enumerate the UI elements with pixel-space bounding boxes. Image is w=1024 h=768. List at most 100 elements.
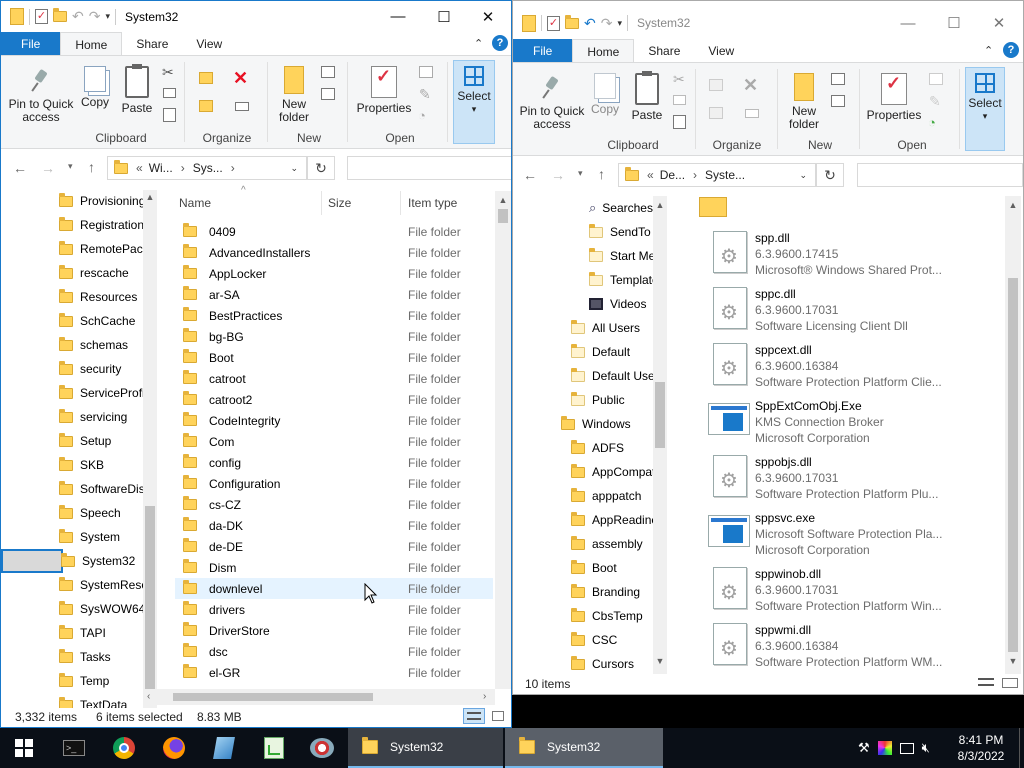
delete-icon[interactable]: ✕ bbox=[233, 68, 248, 89]
tree-item[interactable]: rescache bbox=[1, 261, 143, 285]
tree-item[interactable]: SysWOW64 bbox=[1, 597, 143, 621]
file-tile[interactable]: sppcext.dll 6.3.9600.16384 Software Protec… bbox=[713, 343, 1003, 395]
address-bar[interactable]: « Wi... › Sys... › ⌄ bbox=[107, 156, 307, 180]
tree-item[interactable]: Windows bbox=[513, 412, 653, 436]
properties-button[interactable]: Properties bbox=[865, 73, 923, 122]
tree-item[interactable]: AppReadiness bbox=[513, 508, 653, 532]
select-button[interactable]: Select ▾ bbox=[965, 73, 1005, 123]
tree-item[interactable]: SKB bbox=[1, 453, 143, 477]
new-folder-icon[interactable] bbox=[53, 8, 67, 22]
edit-icon[interactable]: ✎ bbox=[929, 93, 941, 110]
tree-item[interactable]: Public bbox=[513, 388, 653, 412]
file-row[interactable]: drivers File folder bbox=[175, 599, 493, 620]
tree-item[interactable]: Setup bbox=[1, 429, 143, 453]
tab-file[interactable]: File bbox=[1, 32, 61, 56]
up-button[interactable]: ↑ bbox=[88, 159, 95, 175]
horizontal-scrollbar[interactable]: ‹ › bbox=[143, 689, 495, 705]
overflow-chevron-icon[interactable]: « bbox=[136, 161, 143, 175]
tree-item[interactable]: Boot bbox=[513, 556, 653, 580]
scroll-right-icon[interactable]: › bbox=[483, 691, 486, 702]
new-folder-button[interactable]: New folder bbox=[781, 73, 827, 131]
details-view-button[interactable] bbox=[975, 675, 997, 691]
file-row[interactable]: bg-BG File folder bbox=[175, 326, 493, 347]
taskbar-window-system32[interactable]: System32 bbox=[505, 728, 663, 768]
file-row[interactable]: da-DK File folder bbox=[175, 515, 493, 536]
tree-item[interactable]: ServiceProfi bbox=[1, 381, 143, 405]
file-tile[interactable]: sppc.dll 6.3.9600.17031 Software Licensing… bbox=[713, 287, 1003, 339]
breadcrumb-separator-icon[interactable]: › bbox=[231, 161, 235, 175]
tree-item[interactable]: Speech bbox=[1, 501, 143, 525]
tree-item[interactable]: Videos bbox=[513, 292, 653, 316]
copy-path-icon[interactable] bbox=[673, 95, 686, 105]
large-icons-view-button[interactable] bbox=[999, 675, 1021, 691]
paste-button[interactable]: Paste bbox=[629, 71, 665, 122]
taskbar-editor-button[interactable] bbox=[250, 728, 298, 768]
pin-to-quick-access-button[interactable]: Pin to Quick access bbox=[515, 75, 589, 131]
file-tile[interactable]: sppwmi.dll 6.3.9600.16384 Software Protect… bbox=[713, 623, 1003, 673]
taskbar-app-button[interactable] bbox=[200, 728, 248, 768]
tree-item[interactable]: Branding bbox=[513, 580, 653, 604]
tree-item[interactable]: Tasks bbox=[1, 645, 143, 669]
move-to-icon[interactable] bbox=[709, 79, 723, 91]
taskbar-terminal-button[interactable]: >_ bbox=[50, 728, 98, 768]
redo-icon[interactable]: ↷ bbox=[601, 15, 613, 32]
history-icon[interactable]: ◔ bbox=[928, 115, 936, 130]
scroll-thumb[interactable] bbox=[145, 506, 155, 696]
address-dropdown-icon[interactable]: ⌄ bbox=[290, 163, 298, 174]
tree-item[interactable]: System bbox=[1, 525, 143, 549]
new-item-icon[interactable] bbox=[831, 73, 845, 85]
file-list-scrollbar[interactable]: ▲ ▼ bbox=[1005, 196, 1021, 674]
forward-button[interactable]: → bbox=[551, 167, 565, 183]
paste-shortcut-icon[interactable] bbox=[673, 115, 686, 129]
scroll-down-icon[interactable]: ▼ bbox=[1005, 656, 1021, 666]
tree-item[interactable]: servicing bbox=[1, 405, 143, 429]
file-row[interactable]: catroot File folder bbox=[175, 368, 493, 389]
tab-home[interactable]: Home bbox=[572, 39, 635, 63]
close-button[interactable]: ✕ bbox=[465, 1, 511, 32]
nav-pane-scrollbar[interactable]: ▲ ▼ bbox=[653, 196, 667, 674]
tab-view[interactable]: View bbox=[694, 39, 748, 63]
breadcrumb-item[interactable]: Syste... bbox=[705, 168, 745, 182]
tree-item[interactable]: Temp bbox=[1, 669, 143, 693]
taskbar-clock[interactable]: 8:41 PM 8/3/2022 bbox=[948, 732, 1014, 764]
file-row[interactable]: de-DE File folder bbox=[175, 536, 493, 557]
file-row[interactable]: 0409 File folder bbox=[175, 221, 493, 242]
tree-item[interactable]: System32 bbox=[1, 549, 135, 573]
tree-item[interactable]: ADFS bbox=[513, 436, 653, 460]
overflow-chevron-icon[interactable]: « bbox=[647, 168, 654, 182]
file-row[interactable]: AdvancedInstallers File folder bbox=[175, 242, 493, 263]
volume-muted-icon[interactable]: 🔇︎ bbox=[922, 740, 930, 756]
scroll-up-icon[interactable]: ▲ bbox=[1005, 200, 1021, 210]
tree-item[interactable]: CbsTemp bbox=[513, 604, 653, 628]
delete-icon[interactable]: ✕ bbox=[743, 75, 758, 96]
start-button[interactable] bbox=[0, 728, 48, 768]
file-list-scrollbar[interactable]: ▲ bbox=[495, 191, 511, 689]
new-item-icon[interactable] bbox=[321, 66, 335, 78]
tree-item[interactable]: Default bbox=[513, 340, 653, 364]
tree-item[interactable]: Resources bbox=[1, 285, 143, 309]
recent-locations-button[interactable]: ▾ bbox=[68, 161, 73, 172]
scroll-down-icon[interactable]: ▼ bbox=[653, 656, 667, 666]
breadcrumb-item[interactable]: Sys... bbox=[193, 161, 223, 175]
tree-item[interactable]: TAPI bbox=[1, 621, 143, 645]
easy-access-icon[interactable] bbox=[321, 88, 335, 100]
taskbar-tool-button[interactable] bbox=[298, 728, 346, 768]
left-explorer-window[interactable]: ✓ ↶ ↷ ▾ System32 — ☐ ✕ File Home Share V… bbox=[0, 0, 512, 728]
move-to-icon[interactable] bbox=[199, 72, 213, 84]
tree-item[interactable]: Cursors bbox=[513, 652, 653, 674]
scroll-thumb[interactable] bbox=[655, 382, 665, 448]
file-row[interactable]: el-GR File folder bbox=[175, 662, 493, 683]
tree-item[interactable]: Templates bbox=[513, 268, 653, 292]
collapse-ribbon-icon[interactable]: ⌃ bbox=[984, 44, 993, 57]
address-bar[interactable]: « De... › Syste... ⌄ bbox=[618, 163, 816, 187]
tree-item[interactable]: SendTo bbox=[513, 220, 653, 244]
taskbar-chrome-button[interactable] bbox=[100, 728, 148, 768]
tree-item[interactable]: SoftwareDis bbox=[1, 477, 143, 501]
file-row[interactable]: cs-CZ File folder bbox=[175, 494, 493, 515]
file-row[interactable]: config File folder bbox=[175, 452, 493, 473]
tab-home[interactable]: Home bbox=[60, 32, 123, 56]
tree-item[interactable]: assembly bbox=[513, 532, 653, 556]
easy-access-icon[interactable] bbox=[831, 95, 845, 107]
file-row[interactable]: downlevel File folder bbox=[175, 578, 493, 599]
show-desktop-button[interactable] bbox=[1019, 728, 1024, 768]
